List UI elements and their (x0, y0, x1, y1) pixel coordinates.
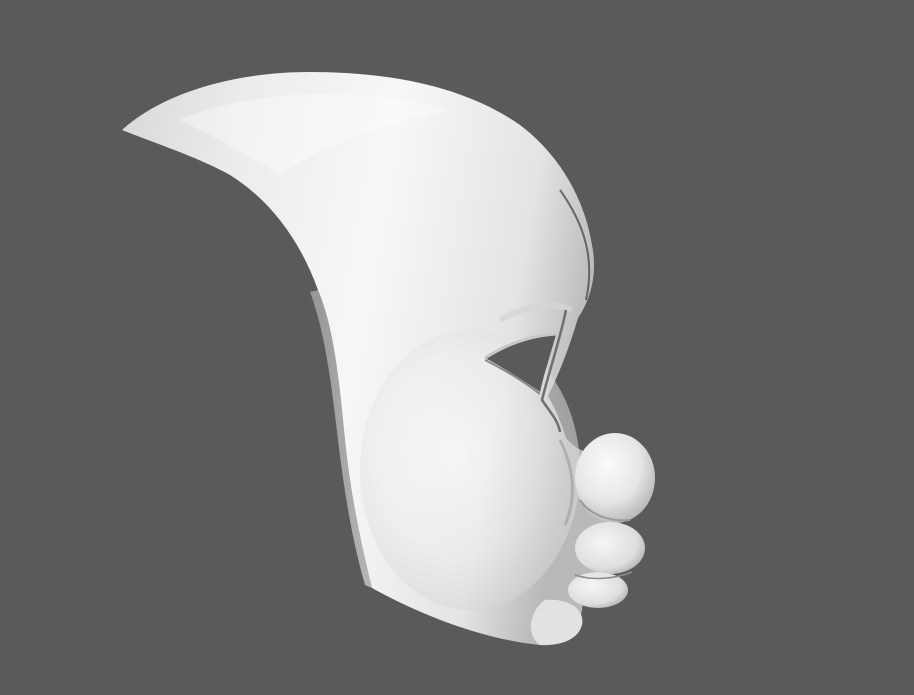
cheek-highlight (360, 330, 580, 610)
nose-bulb (575, 433, 655, 523)
render-viewport[interactable] (0, 0, 914, 695)
lower-lip (568, 572, 628, 608)
render-canvas (122, 72, 655, 646)
upper-lip (575, 522, 645, 574)
